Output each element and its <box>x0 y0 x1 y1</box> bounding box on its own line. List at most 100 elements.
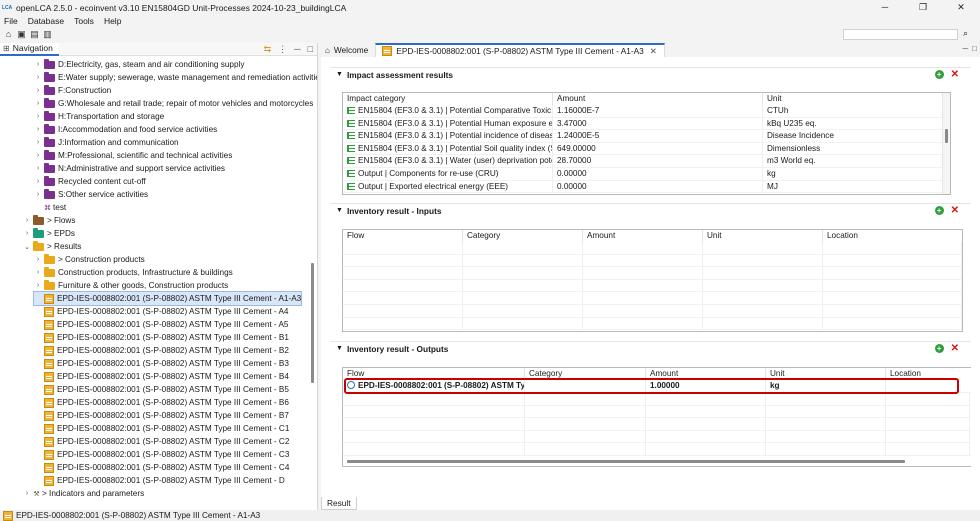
chevron-right-icon[interactable]: › <box>34 126 42 133</box>
chevron-right-icon[interactable]: › <box>34 113 42 120</box>
chevron-right-icon[interactable]: › <box>34 165 42 172</box>
scroll-thumb[interactable] <box>945 129 948 143</box>
tree-item[interactable]: › H:Transportation and storage <box>34 110 164 123</box>
menu-help[interactable]: Help <box>104 16 121 26</box>
maximize-editor-icon[interactable]: □ <box>972 44 977 53</box>
chevron-right-icon[interactable]: › <box>23 490 31 497</box>
maximize-button[interactable]: ❐ <box>904 0 942 15</box>
tree-item[interactable]: › M:Professional, scientific and technica… <box>34 149 232 162</box>
remove-icon[interactable]: ✕ <box>951 344 959 354</box>
tree-item[interactable]: EPD-IES-0008802:001 (S-P-08802) ASTM Typ… <box>34 331 289 344</box>
tab-navigation[interactable]: ⊞ Navigation <box>0 42 59 56</box>
tree-item[interactable]: EPD-IES-0008802:001 (S-P-08802) ASTM Typ… <box>34 474 285 487</box>
column-header[interactable]: Unit <box>703 230 823 242</box>
tree-item[interactable]: › ⚒ > Indicators and parameters <box>23 487 144 500</box>
maximize-view-icon[interactable]: □ <box>308 44 313 55</box>
column-header[interactable]: Impact category <box>343 93 553 105</box>
column-header[interactable]: Unit <box>763 93 944 105</box>
remove-icon[interactable]: ✕ <box>951 70 959 80</box>
chevron-right-icon[interactable]: › <box>34 87 42 94</box>
minimize-editor-icon[interactable]: ─ <box>962 44 968 53</box>
save-icon[interactable]: ▣ <box>17 30 26 39</box>
impact-row[interactable]: EN15804 (EF3.0 & 3.1) | Potential Compar… <box>343 105 950 118</box>
view-menu-icon[interactable]: ⋮ <box>278 44 287 55</box>
impact-row[interactable]: EN15804 (EF3.0 & 3.1) | Potential incide… <box>343 130 950 143</box>
tree-item[interactable]: › E:Water supply; sewerage, waste managem… <box>34 71 317 84</box>
tree-item[interactable]: EPD-IES-0008802:001 (S-P-08802) ASTM Typ… <box>34 305 289 318</box>
tree-item[interactable]: › Recycled content cut-off <box>34 175 146 188</box>
tree-item[interactable]: › N:Administrative and support service ac… <box>34 162 225 175</box>
save-as-icon[interactable]: ▤ <box>30 30 39 39</box>
remove-icon[interactable]: ✕ <box>951 206 959 216</box>
tree-item[interactable]: › Construction products, Infrastructure &… <box>34 266 233 279</box>
tree-item[interactable]: EPD-IES-0008802:001 (S-P-08802) ASTM Typ… <box>34 435 289 448</box>
tree-item[interactable]: › S:Other service activities <box>34 188 148 201</box>
impact-table-scrollbar[interactable] <box>942 93 950 194</box>
minimize-view-icon[interactable]: ─ <box>294 44 300 55</box>
chevron-right-icon[interactable]: › <box>23 230 31 237</box>
impact-row[interactable]: EN15804 (EF3.0 & 3.1) | Potential Human … <box>343 117 950 131</box>
minimize-button[interactable]: ─ <box>866 0 904 15</box>
column-header[interactable]: Flow <box>343 230 463 242</box>
outputs-hscroll[interactable] <box>347 460 905 463</box>
add-icon[interactable]: + <box>934 70 944 79</box>
tree-item[interactable]: EPD-IES-0008802:001 (S-P-08802) ASTM Typ… <box>34 448 289 461</box>
tree-item[interactable]: EPD-IES-0008802:001 (S-P-08802) ASTM Typ… <box>34 409 289 422</box>
tree-item[interactable]: ⌄ > Results <box>23 240 81 253</box>
tree-item[interactable]: › > Construction products <box>34 253 145 266</box>
chevron-right-icon[interactable]: › <box>34 269 42 276</box>
chevron-right-icon[interactable]: › <box>34 139 42 146</box>
column-header[interactable]: Amount <box>583 230 703 242</box>
chevron-right-icon[interactable]: › <box>34 100 42 107</box>
search-icon[interactable]: ⌕ <box>963 28 968 39</box>
tab-welcome[interactable]: ⌂ Welcome <box>321 43 375 57</box>
column-header[interactable]: Category <box>463 230 583 242</box>
search-input[interactable] <box>843 29 958 40</box>
tree-item[interactable]: › Furniture & other goods, Construction p… <box>34 279 228 292</box>
tree-item[interactable]: › D:Electricity, gas, steam and air condi… <box>34 58 244 71</box>
tree-item[interactable]: EPD-IES-0008802:001 (S-P-08802) ASTM Typ… <box>34 318 289 331</box>
navigation-scrollbar[interactable] <box>311 263 314 383</box>
tree-item[interactable]: EPD-IES-0008802:001 (S-P-08802) ASTM Typ… <box>34 383 289 396</box>
tree-item[interactable]: EPD-IES-0008802:001 (S-P-08802) ASTM Typ… <box>34 344 289 357</box>
tree-item[interactable]: EPD-IES-0008802:001 (S-P-08802) ASTM Typ… <box>32 291 303 306</box>
tree-item[interactable]: › J:Information and communication <box>34 136 179 149</box>
chevron-right-icon[interactable]: › <box>34 61 42 68</box>
impact-row[interactable]: Output | Components for re-use (CRU) 0.00… <box>343 168 950 181</box>
add-icon[interactable]: + <box>934 344 944 353</box>
chevron-down-icon[interactable]: ⌄ <box>23 243 31 251</box>
tab-result[interactable]: Result <box>321 497 357 510</box>
menu-file[interactable]: File <box>4 16 18 26</box>
outputs-section-header[interactable]: ▼ Inventory result - Outputs + ✕ <box>330 341 971 355</box>
tree-item[interactable]: EPD-IES-0008802:001 (S-P-08802) ASTM Typ… <box>34 396 289 409</box>
tree-item[interactable]: › G:Wholesale and retail trade; repair of… <box>34 97 313 110</box>
tree-item[interactable]: ⌘ test <box>34 201 66 214</box>
chevron-right-icon[interactable]: › <box>34 178 42 185</box>
tree-item[interactable]: EPD-IES-0008802:001 (S-P-08802) ASTM Typ… <box>34 357 289 370</box>
chevron-right-icon[interactable]: › <box>34 256 42 263</box>
inputs-section-header[interactable]: ▼ Inventory result - Inputs + ✕ <box>330 203 971 217</box>
chevron-right-icon[interactable]: › <box>34 191 42 198</box>
chevron-right-icon[interactable]: › <box>34 74 42 81</box>
impact-section-header[interactable]: ▼ Impact assessment results + ✕ <box>330 67 971 81</box>
column-header[interactable]: Amount <box>553 93 763 105</box>
menu-database[interactable]: Database <box>28 16 64 26</box>
tree-item[interactable]: EPD-IES-0008802:001 (S-P-08802) ASTM Typ… <box>34 461 289 474</box>
tab-result-a1-a3[interactable]: EPD-IES-0008802:001 (S-P-08802) ASTM Typ… <box>375 43 665 57</box>
tree-item[interactable]: › > Flows <box>23 214 75 227</box>
link-editor-icon[interactable]: ⇆ <box>264 44 272 55</box>
chevron-right-icon[interactable]: › <box>34 282 42 289</box>
tree-item[interactable]: › I:Accommodation and food service activi… <box>34 123 217 136</box>
close-window-button[interactable]: ✕ <box>942 0 980 15</box>
save-all-icon[interactable]: ▥ <box>43 30 52 39</box>
impact-row[interactable]: EN15804 (EF3.0 & 3.1) | Water (user) dep… <box>343 155 950 168</box>
home-icon[interactable]: ⌂ <box>4 30 13 39</box>
tree-item[interactable]: EPD-IES-0008802:001 (S-P-08802) ASTM Typ… <box>34 422 289 435</box>
impact-row[interactable]: Output | Exported electrical energy (EEE… <box>343 180 950 194</box>
close-tab-icon[interactable]: ✕ <box>650 46 657 56</box>
collapse-arrow-icon[interactable]: ▼ <box>336 345 343 352</box>
tree-item[interactable]: EPD-IES-0008802:001 (S-P-08802) ASTM Typ… <box>34 370 289 383</box>
tree-item[interactable]: › F:Construction <box>34 84 111 97</box>
collapse-arrow-icon[interactable]: ▼ <box>336 207 343 214</box>
column-header[interactable]: Location <box>823 230 962 242</box>
